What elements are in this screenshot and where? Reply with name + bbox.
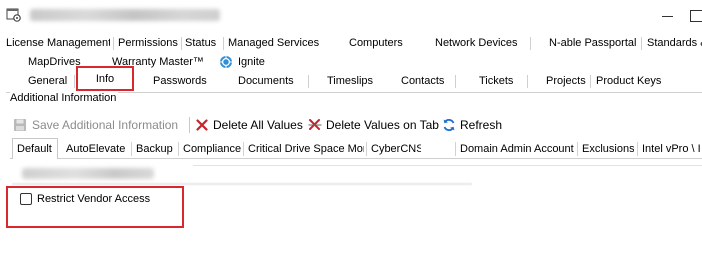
field-underline [12,183,472,185]
subtabs-border [10,158,702,159]
restrict-vendor-access-label: Restrict Vendor Access [37,193,151,205]
save-additional-information-button[interactable]: Save Additional Information [32,114,182,136]
maximize-button[interactable] [690,10,702,22]
tab-contacts[interactable]: Contacts [401,72,451,91]
ignite-globe-icon [220,56,232,68]
tab-standards[interactable]: Standards & [647,34,702,53]
tab-product-keys[interactable]: Product Keys [596,72,668,91]
delete-all-values-button[interactable]: Delete All Values [213,114,305,136]
red-x-icon [196,119,208,131]
tab-managed-services[interactable]: Managed Services [228,34,324,53]
subtab-autoelevate[interactable]: AutoElevate [66,140,128,158]
tab-documents[interactable]: Documents [238,72,298,91]
app-icon [6,8,21,22]
subtab-default[interactable]: Default [17,140,57,158]
delete-values-on-tab-button[interactable]: Delete Values on Tab [326,114,439,136]
window-title-redacted [30,9,220,21]
additional-information-group-title: Additional Information [10,91,119,105]
tab-timeslips[interactable]: Timeslips [327,72,381,91]
subtab-domain-admin-account[interactable]: Domain Admin Account [460,140,574,158]
refresh-icon [443,119,455,131]
minimize-button[interactable] [662,16,673,17]
tab-nable-passportal[interactable]: N-able Passportal [549,34,641,53]
subtab-critical-drive-space[interactable]: Critical Drive Space Monitorin [248,140,364,158]
redacted-field-label [22,168,154,179]
subtab-intel-vpro[interactable]: Intel vPro \ I [642,140,702,158]
subtab-cybercns[interactable]: CyberCNS [371,140,421,158]
subtab-backup[interactable]: Backup [136,140,176,158]
tab-tickets[interactable]: Tickets [479,72,519,91]
window-title-bar [0,0,702,34]
subtab-compliance[interactable]: Compliance [183,140,241,158]
tab-computers[interactable]: Computers [349,34,409,53]
tab-passwords[interactable]: Passwords [153,72,211,91]
tab-ignite[interactable]: Ignite [238,53,278,72]
red-x-strike-icon [308,119,322,130]
tab-license-management[interactable]: License Management [6,34,110,53]
toolbar-separator [189,117,190,133]
tab-general[interactable]: General [28,72,72,91]
tab-permissions[interactable]: Permissions [118,34,180,53]
floppy-disk-icon [14,119,26,131]
refresh-button[interactable]: Refresh [460,114,508,136]
subtab-exclusions[interactable]: Exclusions [582,140,634,158]
restrict-vendor-access-checkbox[interactable] [20,193,32,205]
tab-info-label: Info [95,73,115,85]
tab-network-devices[interactable]: Network Devices [435,34,525,53]
tab-projects[interactable]: Projects [546,72,588,91]
tab-info-highlighted[interactable]: Info [76,66,134,91]
tab-status[interactable]: Status [185,34,223,53]
redacted-field-input[interactable] [193,165,702,183]
